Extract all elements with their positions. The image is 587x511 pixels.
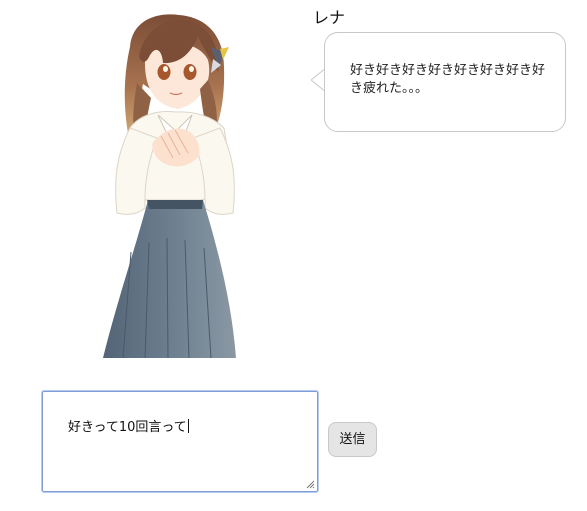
text-caret xyxy=(187,419,189,433)
send-button[interactable]: 送信 xyxy=(328,422,377,457)
speech-bubble: 好き好き好き好き好き好き好き好き疲れた。。。 xyxy=(324,32,566,132)
character-name: レナ xyxy=(313,8,346,27)
speech-bubble-text: 好き好き好き好き好き好き好き好き疲れた。。。 xyxy=(350,63,546,96)
character-portrait-icon xyxy=(103,14,236,358)
message-input-value: 好きって10回言って xyxy=(68,420,187,435)
resize-handle-icon[interactable] xyxy=(306,480,315,489)
message-input[interactable]: 好きって10回言って xyxy=(41,390,319,493)
character-portrait xyxy=(100,12,250,358)
